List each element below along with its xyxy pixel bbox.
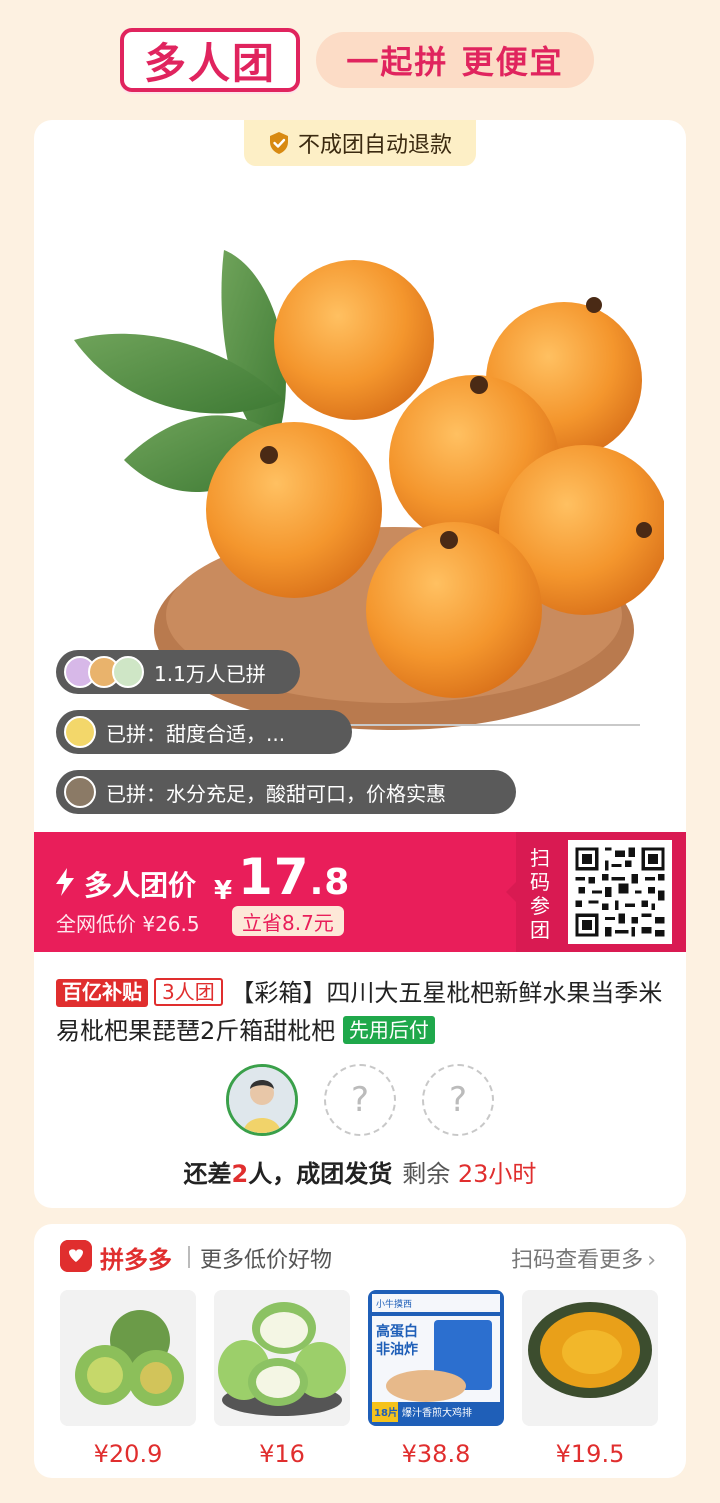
product-thumbnail: 小牛摸西 高蛋白 非油炸 18片 爆汁香煎大鸡排 xyxy=(368,1290,504,1426)
review-pill: 已拼：水分充足，酸甜可口，价格实惠 xyxy=(56,770,516,814)
brand-logo: 多人团 xyxy=(120,28,300,92)
avatar xyxy=(112,656,144,688)
packaging-brand: 小牛摸西 xyxy=(376,1298,412,1310)
recommend-price: ¥16 xyxy=(259,1440,305,1468)
more-goods-label: 更多低价好物 xyxy=(200,1248,333,1273)
save-chip: 立省8.7元 xyxy=(232,906,344,936)
group-size-tag: 3人团 xyxy=(154,978,223,1006)
missing-count: 2 xyxy=(231,1160,249,1188)
packaging-count: 18片 xyxy=(374,1406,398,1419)
product-title[interactable]: 百亿补贴 3人团 【彩箱】四川大五星枇杷新鲜水果当季米易枇杷果琵琶2斤箱甜枇杷 先… xyxy=(56,974,666,1050)
qr-code[interactable] xyxy=(568,840,672,944)
product-thumbnail xyxy=(60,1290,196,1426)
empty-member-slot: ? xyxy=(422,1064,494,1136)
remaining-time: 23小时 xyxy=(457,1160,537,1188)
recommend-price: ¥19.5 xyxy=(555,1440,625,1468)
member-avatar xyxy=(226,1064,298,1136)
group-price: 17.8 xyxy=(238,848,350,906)
scan-more-link[interactable]: 扫码查看更多 › xyxy=(511,1242,656,1274)
review-text: 已拼：甜度合适，... xyxy=(106,721,286,746)
avatar xyxy=(64,776,96,808)
slogan-pill: 一起拼 更便宜 xyxy=(316,32,594,88)
recommend-item[interactable]: ¥20.9 xyxy=(60,1290,196,1468)
header: 多人团 一起拼 更便宜 xyxy=(0,0,720,120)
user-avatar-icon xyxy=(229,1067,295,1133)
qr-area[interactable]: 扫码参团 xyxy=(506,832,686,952)
recommend-card: 拼多多 更多低价好物 扫码查看更多 › ¥20.9 ¥16 小牛摸西 高蛋白 非… xyxy=(34,1224,686,1478)
refund-badge: 不成团自动退款 xyxy=(244,120,476,166)
recommend-price: ¥38.8 xyxy=(401,1440,471,1468)
divider-line xyxy=(350,724,640,726)
remaining-label: 剩余 xyxy=(402,1160,451,1188)
recommend-item[interactable]: ¥19.5 xyxy=(522,1290,658,1468)
avatar xyxy=(64,716,96,748)
subsidy-tag: 百亿补贴 xyxy=(56,979,148,1007)
joined-count-pill: 1.1万人已拼 xyxy=(56,650,300,694)
joined-count-text: 1.1万人已拼 xyxy=(154,661,266,686)
recommend-item[interactable]: 小牛摸西 高蛋白 非油炸 18片 爆汁香煎大鸡排 ¥38.8 xyxy=(368,1290,504,1468)
packaging-protein: 高蛋白 xyxy=(376,1323,418,1340)
price-integer: 17 xyxy=(238,848,310,906)
pay-later-tag: 先用后付 xyxy=(342,1016,435,1044)
review-text: 已拼：水分充足，酸甜可口，价格实惠 xyxy=(106,781,446,806)
group-price-label: 多人团价 xyxy=(84,869,197,902)
recommend-item[interactable]: ¥16 xyxy=(214,1290,350,1468)
price-decimal: .8 xyxy=(309,862,351,903)
refund-text: 不成团自动退款 xyxy=(297,133,452,158)
packaging-slogan: 爆汁香煎大鸡排 xyxy=(402,1406,472,1419)
platform-name: 拼多多 xyxy=(100,1246,172,1274)
divider xyxy=(188,1246,190,1268)
product-card[interactable]: 不成团自动退款 1.1万人已拼 已拼：甜度合适，... 已拼：水分充足，酸甜可口… xyxy=(34,120,686,1208)
currency-symbol: ¥ xyxy=(214,876,233,906)
pinduoduo-logo-icon xyxy=(60,1240,92,1272)
recommend-price: ¥20.9 xyxy=(93,1440,163,1468)
shield-check-icon xyxy=(269,132,288,154)
price-banner: 多人团价 ¥ 17.8 全网低价 ¥26.5 立省8.7元 扫码参团 xyxy=(34,832,686,952)
packaging-non-fried: 非油炸 xyxy=(376,1341,418,1358)
market-price: 全网低价 ¥26.5 xyxy=(56,912,200,936)
empty-member-slot: ? xyxy=(324,1064,396,1136)
group-status: 还差2人，成团发货 剩余 23小时 xyxy=(34,1154,686,1189)
product-thumbnail xyxy=(214,1290,350,1426)
avatar-stack xyxy=(64,656,144,688)
scan-to-join-label: 扫码参团 xyxy=(530,846,550,942)
scan-more-text: 扫码查看更多 xyxy=(511,1248,644,1273)
review-pill: 已拼：甜度合适，... xyxy=(56,710,352,754)
product-thumbnail xyxy=(522,1290,658,1426)
chevron-right-icon: › xyxy=(647,1248,656,1273)
status-suffix: 人，成团发货 xyxy=(248,1160,393,1188)
lightning-icon xyxy=(56,868,74,896)
status-prefix: 还差 xyxy=(183,1160,232,1188)
